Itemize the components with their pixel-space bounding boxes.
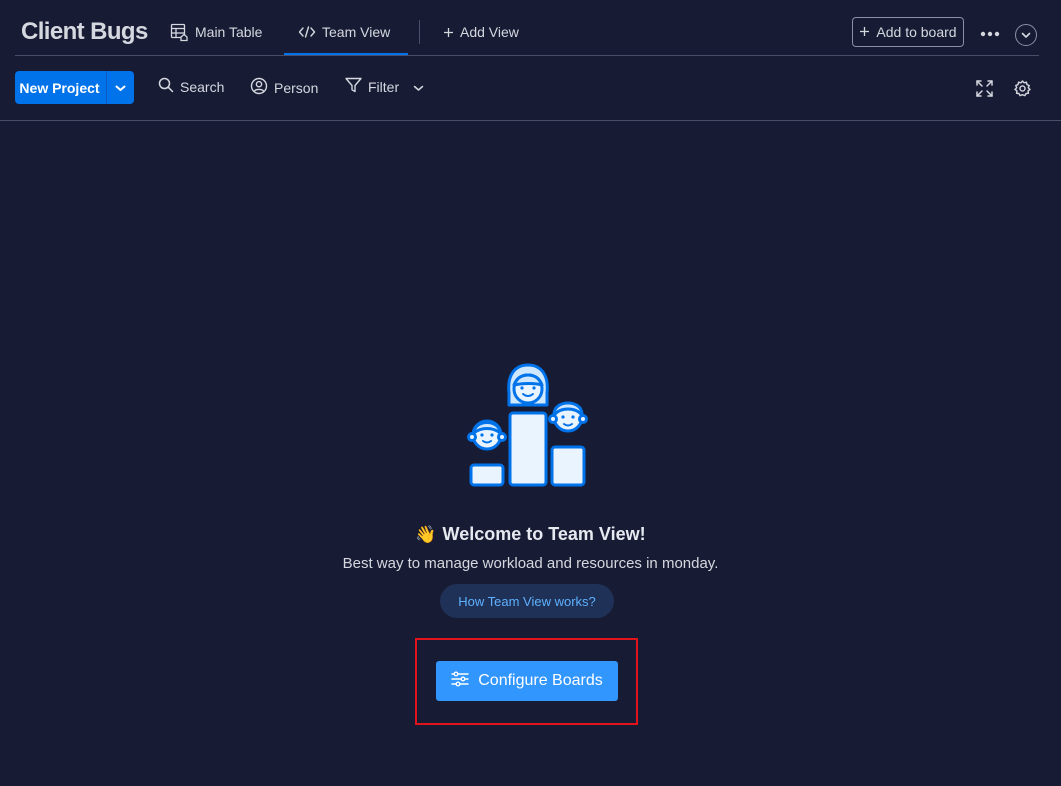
tab-label: Main Table [195, 24, 263, 40]
collapse-header-button[interactable] [1015, 24, 1037, 46]
tab-main-table[interactable]: Main Table [170, 10, 262, 54]
search-label: Search [180, 78, 225, 95]
person-filter-button[interactable]: Person [250, 77, 318, 98]
more-dots-icon [980, 24, 1000, 42]
code-icon [298, 25, 316, 39]
table-home-icon [170, 23, 189, 42]
chevron-down-icon [1021, 26, 1031, 44]
person-label: Person [274, 79, 319, 96]
tab-team-view[interactable]: Team View [283, 10, 409, 55]
new-project-button[interactable]: New Project [15, 71, 106, 104]
expand-icon[interactable] [975, 79, 994, 103]
sliders-icon [451, 671, 469, 692]
plus-icon [859, 24, 870, 40]
welcome-title-text: Welcome to Team View! [442, 524, 646, 544]
plus-icon [443, 27, 454, 38]
new-project-split-button: New Project [15, 71, 134, 104]
configure-boards-button[interactable]: Configure Boards [436, 661, 618, 701]
filter-icon [345, 77, 362, 96]
filter-button[interactable]: Filter [345, 77, 424, 96]
configure-boards-label: Configure Boards [478, 672, 603, 689]
team-illustration [465, 363, 591, 494]
search-icon [158, 77, 174, 96]
more-options-button[interactable] [978, 22, 1002, 44]
board-toolbar: New Project Search Person Filter [0, 70, 1061, 106]
chevron-down-icon [115, 79, 126, 97]
board-title[interactable]: Client Bugs [21, 18, 148, 46]
tab-add-view[interactable]: Add View [443, 10, 519, 54]
wave-emoji: 👋 [415, 525, 437, 544]
header-divider [15, 55, 1039, 56]
welcome-title: 👋 Welcome to Team View! [0, 524, 1061, 545]
tab-label: Team View [322, 24, 391, 40]
new-project-dropdown-button[interactable] [106, 71, 134, 104]
board-header: Client Bugs Main Table Team View Add Vie… [0, 0, 1061, 56]
how-team-view-works-link[interactable]: How Team View works? [440, 584, 614, 618]
tab-divider [419, 20, 420, 44]
chevron-down-icon[interactable] [413, 79, 424, 95]
person-icon [250, 77, 268, 98]
filter-label: Filter [368, 78, 400, 95]
tab-label: Add View [460, 24, 519, 40]
search-button[interactable]: Search [158, 77, 224, 96]
add-to-board-label: Add to board [876, 24, 957, 40]
add-to-board-button[interactable]: Add to board [852, 17, 964, 47]
toolbar-divider [0, 120, 1061, 121]
welcome-subtitle: Best way to manage workload and resource… [342, 555, 719, 572]
gear-icon[interactable] [1013, 79, 1032, 103]
